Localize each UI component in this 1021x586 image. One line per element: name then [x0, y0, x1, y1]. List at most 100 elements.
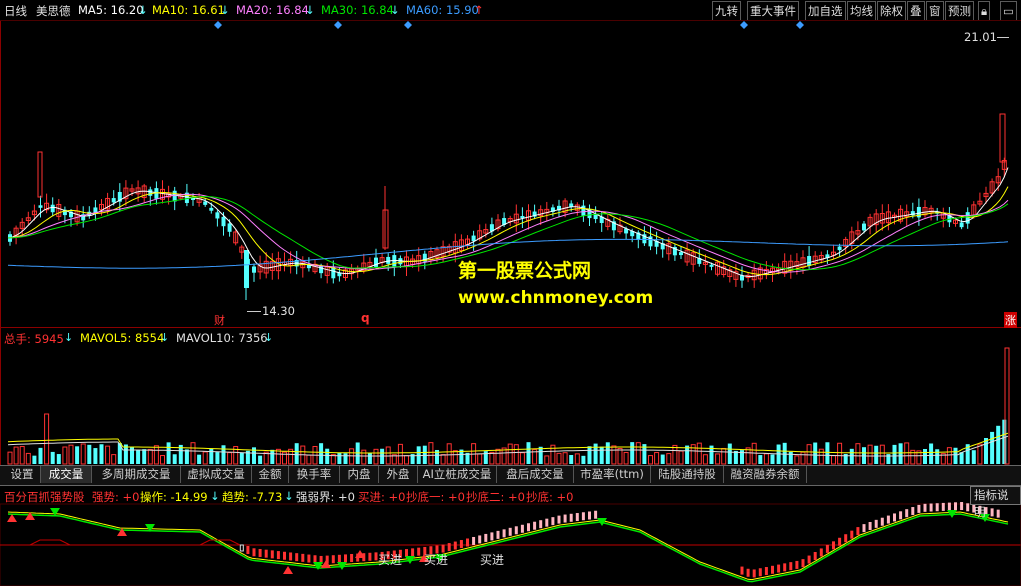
volume-bar — [635, 442, 641, 465]
volume-bar — [428, 442, 434, 465]
signal-bar — [868, 521, 872, 530]
tab-outer-volume[interactable]: 外盘 — [379, 466, 418, 483]
candle-down — [203, 201, 208, 205]
signal-bar — [966, 503, 970, 512]
tab-volume[interactable]: 成交量 — [41, 466, 92, 483]
signal-bar — [819, 548, 823, 557]
signal-bar — [520, 524, 524, 533]
candle-down — [709, 264, 714, 267]
candle-down — [837, 246, 842, 251]
signal-bar — [478, 535, 482, 544]
signal-bar — [575, 513, 579, 522]
buy-signal-label: 买进 — [480, 553, 505, 567]
volume-bar — [1002, 419, 1007, 464]
operate-line — [7, 511, 1009, 581]
signal-bar — [807, 555, 811, 564]
volume-bar — [672, 444, 678, 465]
indicator-maijin: 买进: +0 — [358, 490, 406, 504]
volume-bar — [147, 448, 153, 465]
volume-bar — [892, 444, 897, 464]
signal-bar — [783, 563, 787, 572]
volume-bar — [898, 443, 903, 464]
volume-bar — [526, 442, 531, 464]
volume-bar — [874, 445, 879, 464]
volume-bar — [50, 451, 55, 464]
volume-bar — [831, 455, 836, 465]
watermark-title: 第一股票公式网 — [458, 260, 592, 282]
signal-bar — [557, 515, 561, 524]
volume-bar — [946, 447, 952, 465]
tab-turnover[interactable]: 换手率 — [289, 466, 340, 483]
volume-bar — [666, 453, 672, 465]
indicator-help-button[interactable]: 指标说明 — [970, 486, 1021, 519]
signal-bar — [917, 504, 921, 513]
mavol5-value: MAVOL5: 8554 — [80, 331, 165, 345]
signal-bar — [795, 560, 799, 569]
tab-virtual-volume[interactable]: 虚拟成交量 — [181, 466, 252, 483]
tab-margin-balance[interactable]: 融资融券余额 — [724, 466, 807, 483]
signal-bar — [350, 553, 354, 562]
volume-bar — [93, 448, 98, 464]
volume-bar — [202, 451, 208, 465]
signal-bar — [276, 551, 280, 560]
event-diamond-icon — [796, 21, 804, 29]
candle-down — [215, 212, 220, 219]
volume-bar — [422, 445, 427, 464]
tab-ai-volume[interactable]: AI立桩成交量 — [418, 466, 497, 483]
strength-boundary — [0, 539, 241, 546]
volume-bar — [574, 453, 580, 465]
q-marker[interactable]: q — [361, 311, 370, 325]
candle-down — [679, 252, 683, 256]
signal-bar — [740, 566, 744, 575]
tab-northbound-holding[interactable]: 陆股通持股 — [651, 466, 724, 483]
volume-bar — [166, 442, 171, 464]
limit-up-marker[interactable]: 涨 — [1004, 312, 1017, 328]
event-markers[interactable] — [214, 21, 804, 29]
indicator-qushi: 趋势: -7.73 — [222, 490, 283, 504]
volume-bar — [190, 442, 196, 465]
volume-bars[interactable] — [7, 347, 1010, 465]
volume-bar — [849, 448, 854, 464]
volume-bar — [813, 442, 818, 464]
buy-triangle-icon — [7, 514, 17, 522]
volume-bar — [136, 449, 141, 464]
tab-pe-ttm[interactable]: 市盈率(ttm) — [574, 466, 651, 483]
candle-down — [807, 256, 812, 266]
candle-up — [37, 151, 43, 198]
signal-bar — [758, 568, 762, 577]
signal-bar — [411, 548, 415, 557]
signal-bar — [301, 553, 305, 562]
volume-bar — [605, 442, 610, 464]
tab-settings[interactable]: 设置 — [4, 466, 41, 483]
indicator-name[interactable]: 百分百抓强势股 — [4, 489, 85, 505]
volume-bar — [648, 455, 653, 465]
finance-marker[interactable]: 财 — [214, 312, 225, 328]
signal-bar — [935, 503, 939, 512]
candle-down — [221, 216, 226, 227]
volume-bar — [818, 448, 824, 465]
tab-amount[interactable]: 金额 — [252, 466, 289, 483]
volume-bar — [879, 444, 885, 465]
volume-bar — [477, 453, 483, 465]
signal-bar — [813, 552, 817, 561]
volume-bar — [556, 452, 562, 465]
signal-bar — [447, 543, 451, 552]
tab-inner-volume[interactable]: 内盘 — [340, 466, 379, 483]
signal-bar — [252, 548, 256, 557]
volume-bar — [855, 443, 861, 465]
signal-bar — [551, 517, 555, 526]
tab-after-hours-volume[interactable]: 盘后成交量 — [497, 466, 574, 483]
volume-bar — [19, 446, 25, 465]
indicator-chaodi1: 抄底一: +0 — [406, 490, 465, 504]
volume-bar — [770, 454, 775, 464]
volume-bar — [599, 446, 604, 464]
volume-bar — [111, 454, 117, 465]
volume-bar — [678, 450, 684, 465]
candle-down — [172, 190, 177, 202]
indicator-plot[interactable] — [0, 502, 1021, 586]
tab-multi-period-volume[interactable]: 多周期成交量 — [92, 466, 181, 483]
indicator-qiangshi: 强势: +0 — [92, 490, 140, 504]
signal-bar — [496, 530, 500, 539]
signal-bar — [990, 508, 994, 517]
signal-bar — [368, 552, 372, 561]
